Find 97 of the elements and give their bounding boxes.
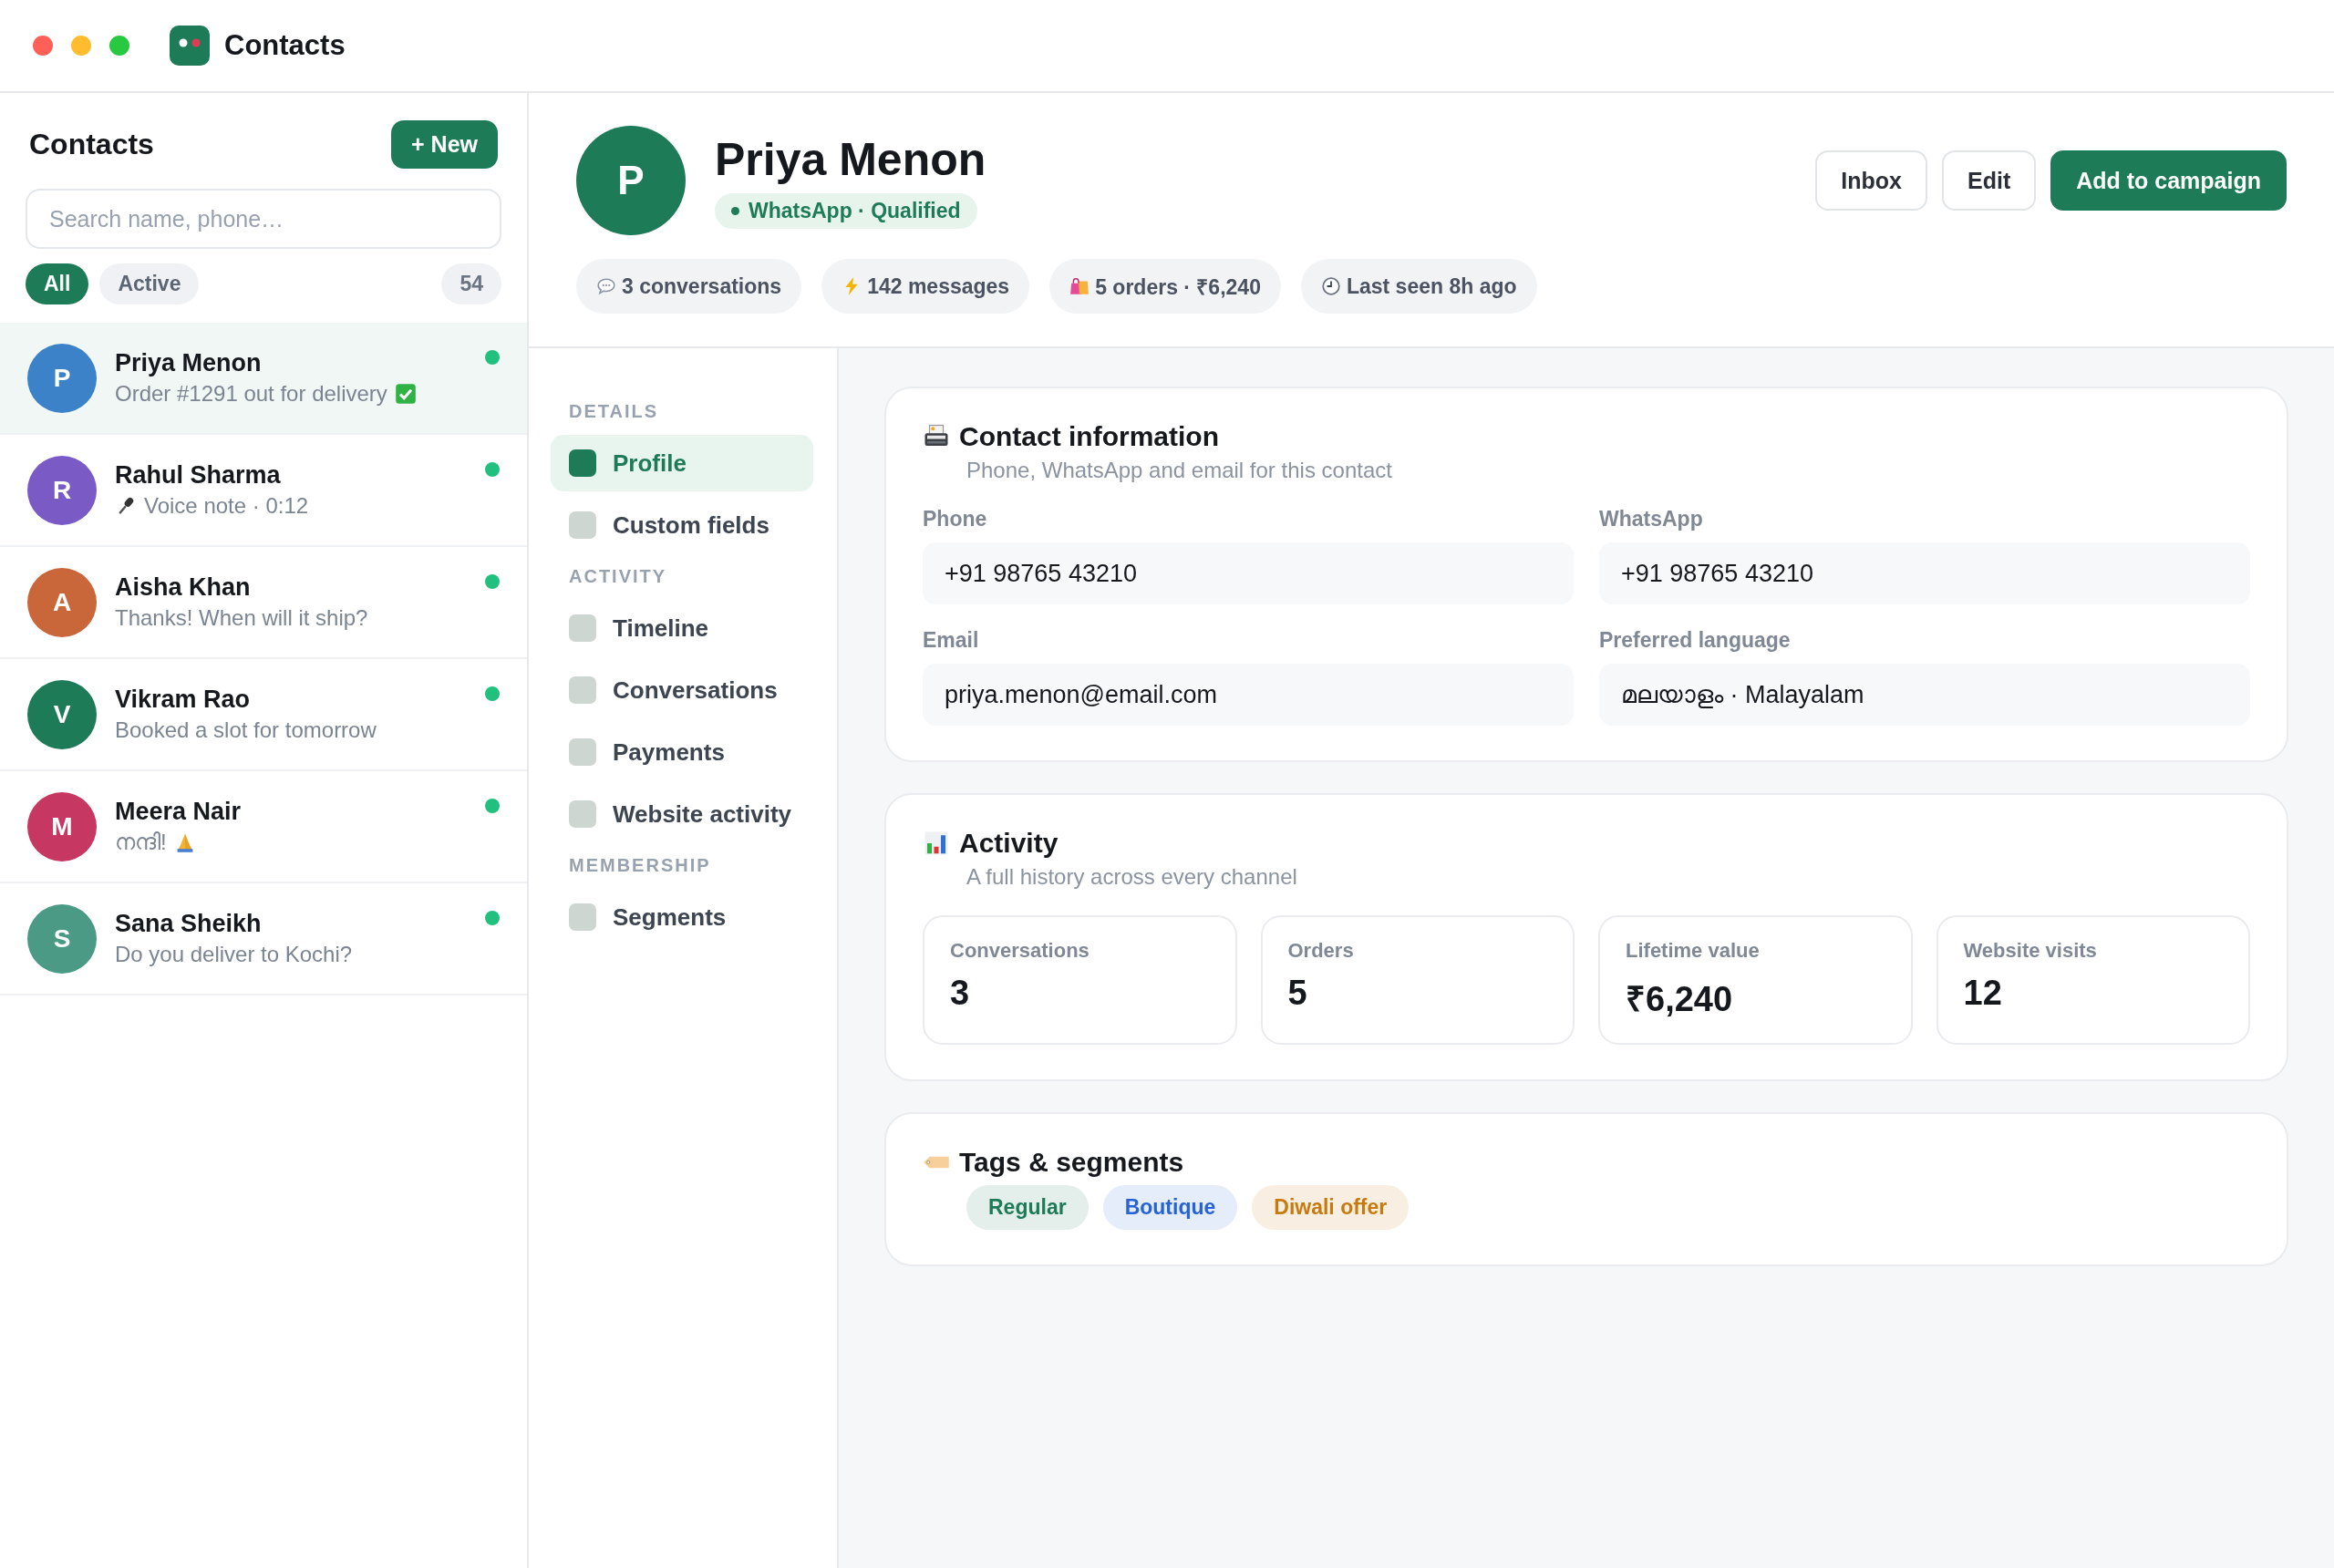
- sidebar-title: Contacts: [29, 128, 154, 161]
- field-value[interactable]: priya.menon@email.com: [923, 664, 1574, 726]
- contact-avatar: A: [27, 567, 97, 637]
- contact-count: 54: [441, 263, 501, 304]
- message-preview: Booked a slot for tomorrow: [115, 717, 377, 743]
- contact-name: Vikram Rao: [115, 686, 252, 714]
- stat-label: 3 conversations: [622, 273, 782, 299]
- card-title: Tags & segments: [959, 1147, 1184, 1178]
- field-label: Email: [923, 628, 980, 653]
- message-preview: Thanks! When will it ship?: [115, 605, 368, 631]
- metric-label: Website visits: [1963, 939, 2098, 963]
- contact-avatar: S: [27, 903, 97, 974]
- nav-item[interactable]: Website activity: [551, 786, 813, 842]
- bar-chart-icon: [923, 830, 950, 857]
- nav-item-icon: [569, 511, 596, 539]
- tag-pill[interactable]: Boutique: [1102, 1185, 1238, 1230]
- contact-row[interactable]: A Aisha Khan Thanks! When will it ship?: [0, 547, 527, 659]
- nav-item-icon: [569, 800, 596, 828]
- window-title: Contacts: [224, 29, 346, 62]
- card-subtitle: Phone, WhatsApp and email for this contact: [966, 458, 1393, 483]
- field-label: Preferred language: [1599, 628, 1792, 653]
- card-title: Activity: [959, 828, 1059, 859]
- contact-name: Rahul Sharma: [115, 461, 282, 490]
- contact-row[interactable]: R Rahul Sharma Voice note · 0:12: [0, 435, 527, 547]
- nav-item[interactable]: Segments: [551, 889, 813, 945]
- nav-item-label: Timeline: [613, 614, 708, 643]
- nav-item-label: Payments: [613, 738, 725, 767]
- contact-avatar: V: [27, 679, 97, 749]
- metric-value: 3: [950, 974, 971, 1013]
- contact-row[interactable]: S Sana Sheikh Do you deliver to Kochi?: [0, 883, 527, 995]
- metric-label: Orders: [1287, 939, 1355, 963]
- field-label: Phone: [923, 507, 988, 531]
- nav-item-icon: [569, 449, 596, 477]
- nav-section-title: ACTIVITY: [568, 566, 668, 587]
- nav-item-label: Custom fields: [613, 511, 769, 540]
- clock-icon: [1320, 276, 1341, 296]
- tag-pill[interactable]: Regular: [966, 1185, 1089, 1230]
- message-preview: Do you deliver to Kochi?: [115, 942, 353, 967]
- speech-bubble-icon: [596, 276, 616, 296]
- metric-label: Conversations: [950, 939, 1090, 963]
- add-to-campaign-button[interactable]: Add to campaign: [2050, 150, 2287, 211]
- message-preview: Order #1291 out for delivery: [115, 381, 387, 407]
- nav-item-label: Conversations: [613, 676, 778, 705]
- metric-value: 12: [1963, 974, 2003, 1013]
- contact-avatar: P: [27, 343, 97, 413]
- action-button[interactable]: Edit: [1942, 150, 2037, 211]
- nav-item-label: Segments: [613, 903, 727, 932]
- nav-section-title: DETAILS: [568, 401, 660, 422]
- checkmark-icon: [394, 383, 417, 405]
- nav-item-label: Website activity: [613, 799, 792, 829]
- nav-item[interactable]: Conversations: [551, 662, 813, 718]
- contact-name: Priya Menon: [115, 349, 263, 377]
- stat-label: 5 orders · ₹6,240: [1095, 274, 1261, 301]
- message-preview: Voice note · 0:12: [144, 493, 309, 519]
- profile-name: Priya Menon: [715, 132, 986, 186]
- stat-label: 142 messages: [867, 273, 1010, 299]
- nav-item-icon: [569, 614, 596, 642]
- metric-value: 5: [1287, 974, 1308, 1013]
- nav-item-icon: [569, 903, 596, 931]
- status-badge: WhatsApp · Qualified: [715, 192, 977, 229]
- contact-name: Meera Nair: [115, 798, 243, 826]
- contact-avatar: M: [27, 791, 97, 861]
- nav-item-icon: [569, 676, 596, 704]
- nav-item[interactable]: Custom fields: [551, 497, 813, 553]
- field-value[interactable]: മലയാളം · Malayalam: [1599, 664, 2250, 726]
- metric-label: Lifetime value: [1626, 939, 1761, 963]
- close-window-button[interactable]: [33, 36, 53, 56]
- card-subtitle: A full history across every channel: [966, 864, 1298, 890]
- field-value[interactable]: +91 98765 43210: [1599, 542, 2250, 604]
- card-title: Contact information: [959, 421, 1219, 452]
- nav-item-label: Profile: [613, 449, 687, 478]
- nav-item[interactable]: Timeline: [551, 600, 813, 656]
- app-logo-icon: [170, 26, 210, 66]
- nav-section-title: MEMBERSHIP: [568, 855, 712, 876]
- nav-item[interactable]: Payments: [551, 724, 813, 780]
- field-label: WhatsApp: [1599, 507, 1704, 531]
- minimize-window-button[interactable]: [71, 36, 91, 56]
- filter-chip[interactable]: All: [26, 263, 89, 304]
- zoom-window-button[interactable]: [109, 36, 129, 56]
- message-preview: നന്ദി!: [115, 830, 167, 855]
- nav-item[interactable]: Profile: [551, 435, 813, 491]
- new-contact-button[interactable]: + New: [391, 120, 498, 169]
- profile-avatar: P: [576, 126, 686, 235]
- action-button[interactable]: Inbox: [1815, 150, 1927, 211]
- metric-value: ₹6,240: [1626, 979, 1734, 1020]
- contact-row[interactable]: P Priya Menon Order #1291 out for delivery: [0, 323, 527, 435]
- contact-avatar: R: [27, 455, 97, 525]
- shopping-bags-icon: [1069, 276, 1090, 296]
- contact-row[interactable]: V Vikram Rao Booked a slot for tomorrow: [0, 659, 527, 771]
- filter-chip[interactable]: Active: [99, 263, 200, 304]
- contact-row[interactable]: M Meera Nair നന്ദി!: [0, 771, 527, 883]
- contact-name: Aisha Khan: [115, 573, 252, 602]
- field-value[interactable]: +91 98765 43210: [923, 542, 1574, 604]
- search-field[interactable]: Search name, phone…: [26, 189, 501, 249]
- stat-label: Last seen 8h ago: [1346, 273, 1517, 299]
- contact-name: Sana Sheikh: [115, 910, 263, 938]
- nav-item-icon: [569, 738, 596, 766]
